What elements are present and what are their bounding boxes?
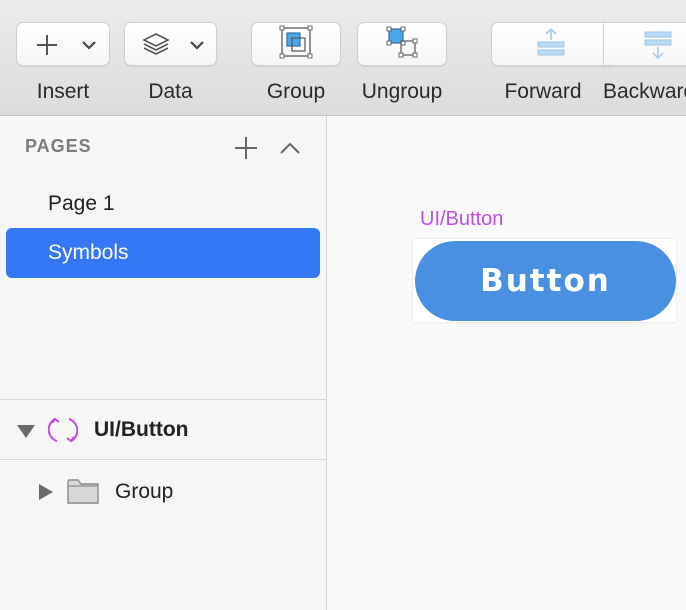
artboard-ui-button[interactable]: Button: [413, 239, 676, 322]
data-tool[interactable]: Data: [124, 0, 217, 115]
insert-button[interactable]: [16, 22, 110, 66]
artboard-title[interactable]: UI/Button: [420, 208, 503, 231]
layers-icon: [141, 31, 171, 64]
ungroup-tool[interactable]: Ungroup: [357, 0, 447, 115]
layer-row-group[interactable]: Group: [0, 462, 327, 520]
data-button[interactable]: [124, 22, 217, 66]
divider: [0, 459, 327, 460]
ungroup-icon: [385, 25, 419, 64]
canvas[interactable]: UI/Button Button: [328, 116, 686, 610]
pages-header: PAGES: [25, 136, 92, 156]
insert-tool[interactable]: Insert: [16, 0, 110, 115]
add-page-icon[interactable]: [234, 136, 258, 160]
insert-label: Insert: [36, 80, 90, 103]
disclosure-triangle-down-icon[interactable]: [16, 423, 36, 444]
page-item-label: Page 1: [48, 192, 115, 215]
group-icon: [279, 25, 313, 64]
group-tool[interactable]: Group: [251, 0, 341, 115]
forward-button[interactable]: [491, 22, 611, 66]
backward-tool[interactable]: Backward: [603, 0, 686, 115]
bring-forward-icon: [535, 26, 567, 63]
toolbar: Insert Data Group Ungroup Forward Backwa…: [0, 0, 686, 116]
layer-name-symbol: UI/Button: [94, 418, 189, 441]
disclosure-triangle-right-icon[interactable]: [38, 483, 54, 506]
group-label: Group: [266, 80, 326, 103]
chevron-down-icon: [81, 37, 97, 58]
symbol-button-label: Button: [480, 263, 611, 299]
page-item-page-1[interactable]: Page 1: [6, 179, 320, 229]
send-backward-icon: [642, 29, 674, 66]
divider: [0, 399, 327, 400]
folder-icon: [67, 478, 99, 509]
sidebar: PAGES Page 1 Symbols UI/Button Group: [0, 116, 327, 610]
backward-button[interactable]: [603, 22, 686, 66]
ungroup-button[interactable]: [357, 22, 447, 66]
data-label: Data: [148, 80, 193, 103]
ungroup-label: Ungroup: [361, 80, 443, 103]
symbol-icon: [47, 415, 79, 450]
layer-row-symbol[interactable]: UI/Button: [0, 401, 327, 459]
backward-label: Backward: [603, 80, 686, 103]
layer-name-group: Group: [115, 480, 174, 503]
page-item-label: Symbols: [48, 241, 129, 264]
chevron-up-icon[interactable]: [279, 138, 301, 158]
group-button[interactable]: [251, 22, 341, 66]
page-item-symbols[interactable]: Symbols: [6, 228, 320, 278]
plus-icon: [35, 33, 59, 62]
chevron-down-icon: [189, 37, 205, 58]
forward-tool[interactable]: Forward: [491, 0, 611, 115]
symbol-button-shape[interactable]: Button: [415, 241, 676, 321]
forward-label: Forward: [504, 80, 582, 103]
